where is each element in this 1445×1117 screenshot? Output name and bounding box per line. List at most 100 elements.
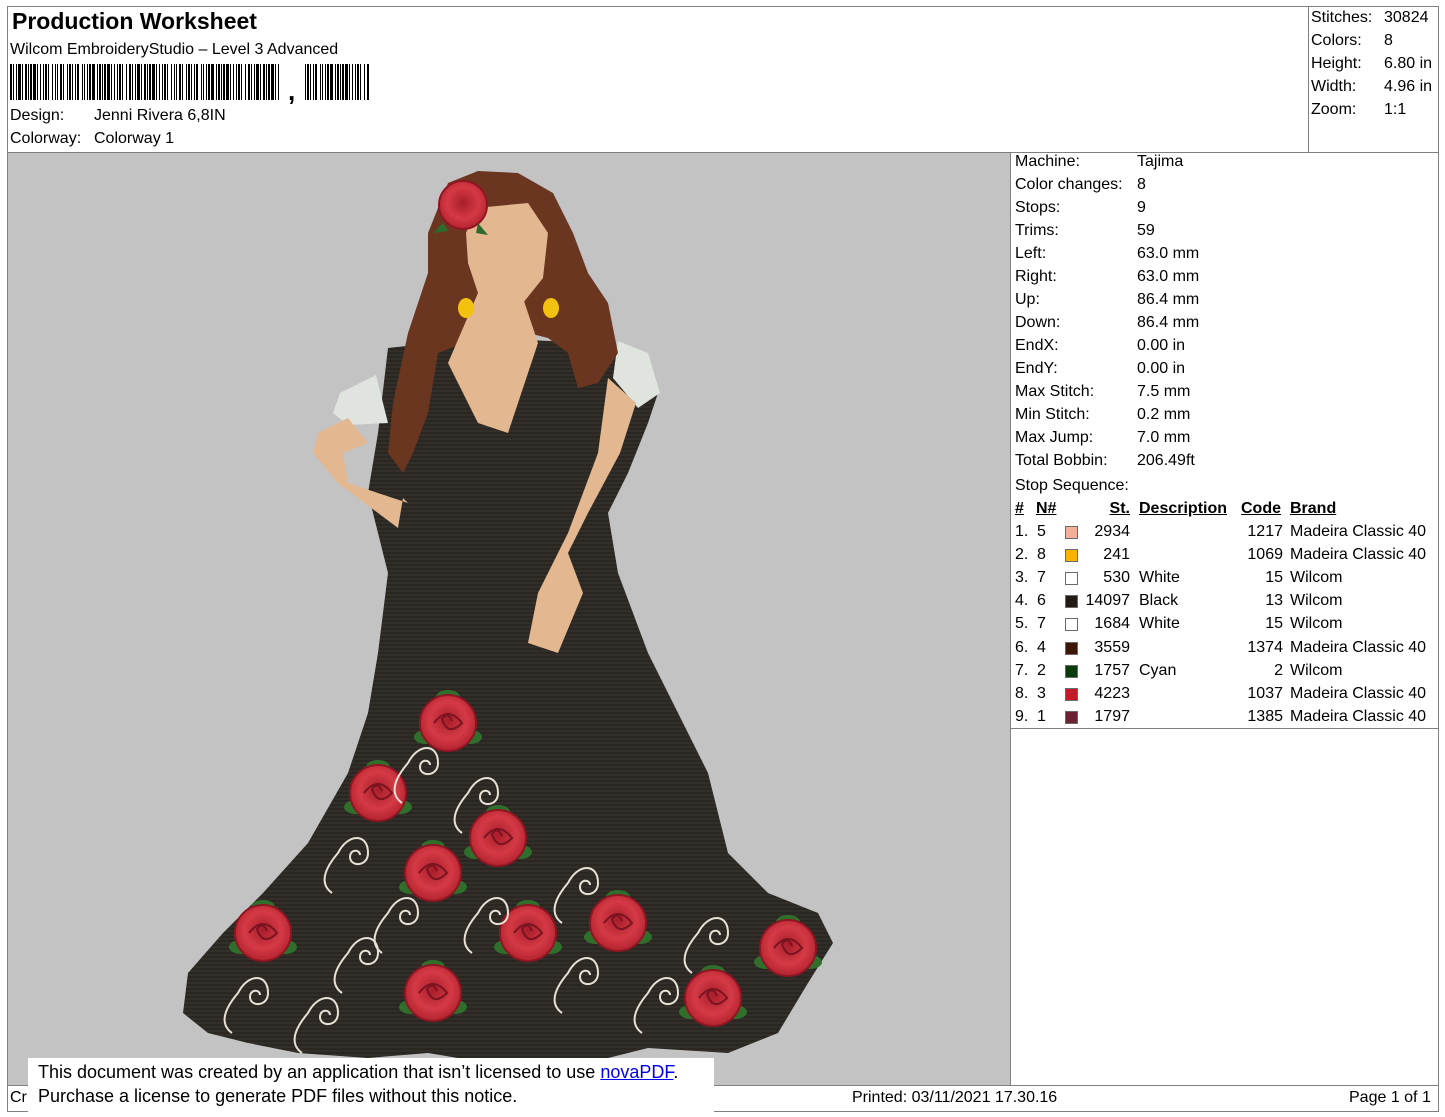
barcode-bar: [340, 64, 341, 100]
barcode-bar: [223, 64, 225, 100]
barcode-bar: [102, 64, 103, 100]
barcode-bar: [69, 64, 71, 100]
novapdf-link[interactable]: novaPDF: [600, 1062, 673, 1082]
barcode-bar: [352, 64, 353, 100]
colorway-value: Colorway 1: [94, 130, 175, 147]
barcode-bar: [208, 64, 210, 100]
info-value: 0.2 mm: [1137, 406, 1191, 423]
row-num: 6.: [1015, 639, 1029, 656]
barcode-bar: [364, 64, 365, 100]
row-needle: 6: [1037, 592, 1046, 609]
row-code: 1217: [1247, 523, 1283, 540]
barcode-bar: [114, 64, 115, 100]
info-key: Right:: [1015, 268, 1057, 285]
color-swatch: [1065, 572, 1078, 585]
barcode-bar: [25, 64, 27, 100]
barcode-bar: [152, 64, 155, 100]
row-code: 2: [1274, 662, 1283, 679]
row-needle: 8: [1037, 546, 1046, 563]
row-stitches: 3559: [1094, 639, 1130, 656]
barcode-bar: [111, 64, 112, 100]
info-key: EndX:: [1015, 337, 1059, 354]
design-preview: [7, 152, 1011, 1086]
barcode-bar: [221, 64, 222, 100]
barcode-bar: [84, 64, 85, 100]
barcode-bar: [117, 64, 118, 100]
row-needle: 7: [1037, 569, 1046, 586]
row-description: Cyan: [1139, 662, 1177, 679]
dress-shape: [183, 338, 833, 1068]
summary-value: 8: [1384, 32, 1393, 49]
barcode-bar: [349, 64, 350, 100]
barcode-bar: [360, 64, 361, 100]
barcode-bar: [188, 64, 190, 100]
barcode-bar: [129, 64, 131, 100]
barcode-bar: [307, 64, 309, 100]
color-swatch: [1065, 526, 1078, 539]
info-key: Up:: [1015, 291, 1040, 308]
info-value: 9: [1137, 199, 1146, 216]
row-stitches: 1797: [1094, 708, 1130, 725]
row-needle: 7: [1037, 615, 1046, 632]
info-value: 206.49ft: [1137, 452, 1195, 469]
barcode-bar: [30, 64, 32, 100]
barcode-bar: [60, 64, 62, 100]
barcode-bar: [305, 64, 306, 100]
row-stitches: 2934: [1094, 523, 1130, 540]
barcode-bar: [16, 64, 17, 100]
row-code: 1385: [1247, 708, 1283, 725]
row-stitches: 241: [1103, 546, 1130, 563]
info-value: 7.5 mm: [1137, 383, 1191, 400]
row-code: 1037: [1247, 685, 1283, 702]
info-value: 0.00 in: [1137, 360, 1186, 377]
barcode: [10, 64, 369, 100]
barcode-bar: [313, 64, 314, 100]
barcode-bar: [226, 64, 229, 100]
barcode-bar: [256, 64, 259, 100]
barcode-bar: [63, 64, 64, 100]
row-brand: Wilcom: [1290, 662, 1343, 679]
barcode-separator: ,: [288, 76, 296, 106]
barcode-bar: [135, 64, 136, 100]
barcode-bar: [104, 64, 106, 100]
blank-frame: [1010, 728, 1439, 1086]
barcode-bar: [33, 64, 36, 100]
barcode-bar: [22, 64, 23, 100]
row-brand: Madeira Classic 40: [1290, 708, 1427, 725]
row-description: Black: [1139, 592, 1179, 609]
info-value: 7.0 mm: [1137, 429, 1191, 446]
barcode-bar: [107, 64, 110, 100]
info-key: Color changes:: [1015, 176, 1123, 193]
barcode-bar: [126, 64, 127, 100]
barcode-bar: [268, 64, 270, 100]
barcode-bar: [327, 64, 329, 100]
info-key: Stops:: [1015, 199, 1061, 216]
stop-sequence-label: Stop Sequence:: [1015, 477, 1129, 494]
barcode-bar: [43, 64, 44, 100]
info-value: Tajima: [1137, 153, 1184, 170]
barcode-bar: [97, 64, 98, 100]
summary-value: 30824: [1384, 9, 1429, 26]
barcode-bar: [137, 64, 140, 100]
barcode-bar: [55, 64, 56, 100]
row-num: 3.: [1015, 569, 1029, 586]
row-num: 5.: [1015, 615, 1029, 632]
row-brand: Madeira Classic 40: [1290, 685, 1427, 702]
summary-key: Width:: [1311, 78, 1357, 95]
embroidery-illustration: [183, 171, 833, 1068]
row-num: 8.: [1015, 685, 1029, 702]
row-brand: Wilcom: [1290, 615, 1343, 632]
earring-left: [458, 298, 474, 318]
barcode-bar: [238, 64, 240, 100]
row-stitches: 1684: [1094, 615, 1130, 632]
summary-value: 6.80 in: [1384, 55, 1433, 72]
barcode-bar: [186, 64, 187, 100]
info-key: Max Jump:: [1015, 429, 1094, 446]
barcode-bar: [92, 64, 95, 100]
barcode-bar: [87, 64, 88, 100]
row-brand: Madeira Classic 40: [1290, 639, 1427, 656]
notice-period: .: [673, 1062, 679, 1082]
barcode-bar: [57, 64, 58, 100]
barcode-bar: [28, 64, 29, 100]
barcode-bar: [325, 64, 326, 100]
